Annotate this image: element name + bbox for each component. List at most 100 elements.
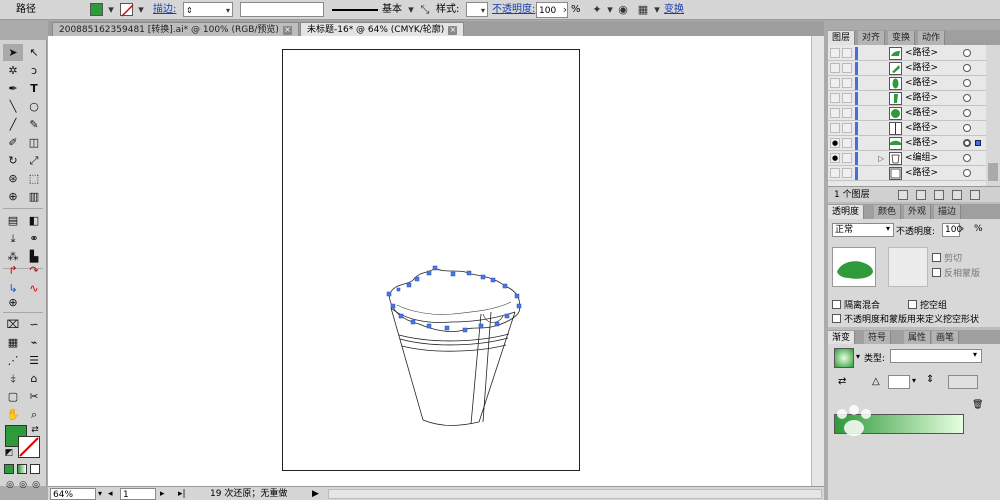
eraser-tool-icon[interactable]: ◫ — [24, 134, 44, 151]
visibility-toggle[interactable]: ● — [830, 138, 840, 148]
ellipse-tool-icon[interactable]: ○ — [24, 98, 44, 115]
tab-gradient[interactable]: 渐变 — [828, 331, 856, 345]
angle-input[interactable] — [888, 375, 910, 389]
blend-tool-icon[interactable]: ⚭ — [24, 230, 44, 247]
knockout-group-checkbox[interactable] — [908, 300, 917, 309]
perspective-grid-tool-icon[interactable]: ▤ — [3, 212, 23, 229]
visibility-toggle[interactable] — [830, 48, 840, 58]
delete-layer-icon[interactable] — [970, 190, 980, 200]
width-tool-icon[interactable]: ⌁ — [24, 334, 44, 351]
gradient-swatch[interactable] — [834, 348, 854, 368]
shape-builder-tool-icon[interactable]: ⊕ — [3, 188, 23, 205]
lock-toggle[interactable] — [842, 153, 852, 163]
default-colors-icon[interactable]: ◩ — [3, 445, 15, 462]
angle-icon[interactable]: △ — [872, 376, 880, 387]
invert-mask-checkbox[interactable] — [932, 268, 941, 277]
recolor-dropdown-icon[interactable]: ▾ — [603, 2, 617, 18]
stroke-swatch[interactable] — [120, 3, 134, 17]
color-mode-icon[interactable] — [4, 464, 14, 474]
fill-dropdown-icon[interactable]: ▾ — [104, 2, 118, 18]
target-circle-icon[interactable] — [963, 109, 971, 117]
crosshair-tool-icon[interactable]: ⊕ — [3, 294, 23, 311]
brush-profile-label[interactable]: 基本 — [382, 2, 402, 18]
line-tool-icon[interactable]: ╲ — [3, 98, 23, 115]
next-artboard-icon[interactable]: ▸ — [160, 488, 165, 500]
target-circle-icon[interactable] — [963, 139, 971, 147]
graphic-styles-icon[interactable]: ⤡ — [418, 2, 432, 18]
zoom-dropdown-icon[interactable]: ▾ — [98, 488, 102, 500]
align-tool-icon[interactable]: ☰ — [24, 352, 44, 369]
layer-row[interactable]: <路径> — [828, 61, 986, 76]
add-anchor-tool-icon[interactable]: ↱ — [3, 262, 23, 279]
gradient-type-select[interactable] — [890, 349, 982, 363]
eyedropper-alt-tool-icon[interactable]: ⤈ — [3, 370, 23, 387]
type-tool-icon[interactable]: T — [24, 80, 44, 97]
fill-swatch[interactable] — [90, 3, 103, 16]
lock-toggle[interactable] — [842, 138, 852, 148]
layer-row[interactable]: <路径> — [828, 121, 986, 136]
lock-toggle[interactable] — [842, 123, 852, 133]
swap-colors-icon[interactable]: ⇄ — [28, 422, 42, 439]
tab-layers[interactable]: 图层 — [828, 31, 856, 45]
stroke-weight-input[interactable]: ⇕ ▾ — [183, 2, 233, 17]
pen-tool-icon[interactable]: ✒ — [3, 80, 23, 97]
opacity-input[interactable]: 100 — [942, 223, 962, 237]
tab-attributes[interactable]: 属性 — [904, 331, 932, 345]
gradient-swatch-dropdown-icon[interactable]: ▾ — [856, 352, 860, 361]
layer-row[interactable]: <路径> — [828, 46, 986, 61]
status-menu-icon[interactable]: ▶ — [312, 488, 319, 500]
close-icon[interactable]: × — [282, 26, 292, 35]
reverse-gradient-icon[interactable]: ⇄ — [838, 376, 846, 387]
target-circle-icon[interactable] — [963, 154, 971, 162]
object-thumbnail[interactable] — [832, 247, 876, 287]
recolor-icon[interactable]: ✦ — [590, 2, 604, 18]
artboard-tool-icon[interactable]: ⌧ — [3, 316, 23, 333]
selection-indicator[interactable] — [975, 140, 981, 146]
stroke-dropdown-icon[interactable]: ▾ — [134, 2, 148, 18]
locate-object-icon[interactable] — [898, 190, 908, 200]
angle-dropdown-icon[interactable]: ▾ — [912, 376, 916, 385]
target-circle-icon[interactable] — [963, 79, 971, 87]
lock-toggle[interactable] — [842, 48, 852, 58]
tab-align[interactable]: 对齐 — [858, 31, 886, 45]
close-icon[interactable]: × — [448, 26, 458, 35]
gradient-tool-icon[interactable]: ◧ — [24, 212, 44, 229]
isolate-blending-checkbox[interactable] — [832, 300, 841, 309]
hand-tool-icon[interactable]: ✋ — [3, 406, 23, 423]
lasso-tool-icon[interactable]: ↄ — [24, 62, 44, 79]
free-transform-tool-icon[interactable]: ⬚ — [24, 170, 44, 187]
target-circle-icon[interactable] — [963, 94, 971, 102]
visibility-toggle[interactable] — [830, 168, 840, 178]
draw-normal-icon[interactable]: ◎ — [3, 477, 17, 494]
aspect-ratio-input[interactable] — [948, 375, 978, 389]
make-clipping-mask-icon[interactable] — [916, 190, 926, 200]
scroll-thumb[interactable] — [988, 163, 998, 181]
layer-row[interactable]: ● ▷ <编组> — [828, 151, 986, 166]
vertical-scrollbar[interactable] — [811, 36, 824, 486]
layers-scrollbar[interactable] — [986, 45, 1000, 186]
lock-toggle[interactable] — [842, 63, 852, 73]
visibility-toggle[interactable] — [830, 63, 840, 73]
stroke-label[interactable]: 描边: — [153, 2, 176, 18]
align-grid-icon[interactable]: ▦ — [636, 2, 650, 18]
globe-icon[interactable]: ◉ — [616, 2, 630, 18]
direct-selection-tool-icon[interactable]: ↖ — [24, 44, 44, 61]
none-mode-icon[interactable] — [30, 464, 40, 474]
target-circle-icon[interactable] — [963, 124, 971, 132]
tab-transform[interactable]: 变换 — [888, 31, 916, 45]
expand-arrow-icon[interactable]: ▷ — [878, 151, 884, 166]
nav-last-icon[interactable]: ▸| — [178, 488, 186, 500]
horizontal-scrollbar[interactable] — [328, 489, 822, 499]
delete-stop-icon[interactable]: 🗑 — [972, 400, 983, 410]
measure-tool-icon[interactable]: ⋰ — [3, 352, 23, 369]
paintbrush-tool-icon[interactable]: ╱ — [3, 116, 23, 133]
target-circle-icon[interactable] — [963, 64, 971, 72]
draw-inside-icon[interactable]: ◎ — [29, 477, 43, 494]
live-paint-tool-icon[interactable]: ▥ — [24, 188, 44, 205]
tab-appearance[interactable]: 外观 — [904, 205, 932, 219]
tab-actions[interactable]: 动作 — [918, 31, 946, 45]
opacity-label[interactable]: 不透明度: — [492, 2, 535, 18]
prev-artboard-icon[interactable]: ◂ — [108, 488, 113, 500]
tab-color[interactable]: 颜色 — [874, 205, 902, 219]
warp-tool-icon[interactable]: ⊛ — [3, 170, 23, 187]
